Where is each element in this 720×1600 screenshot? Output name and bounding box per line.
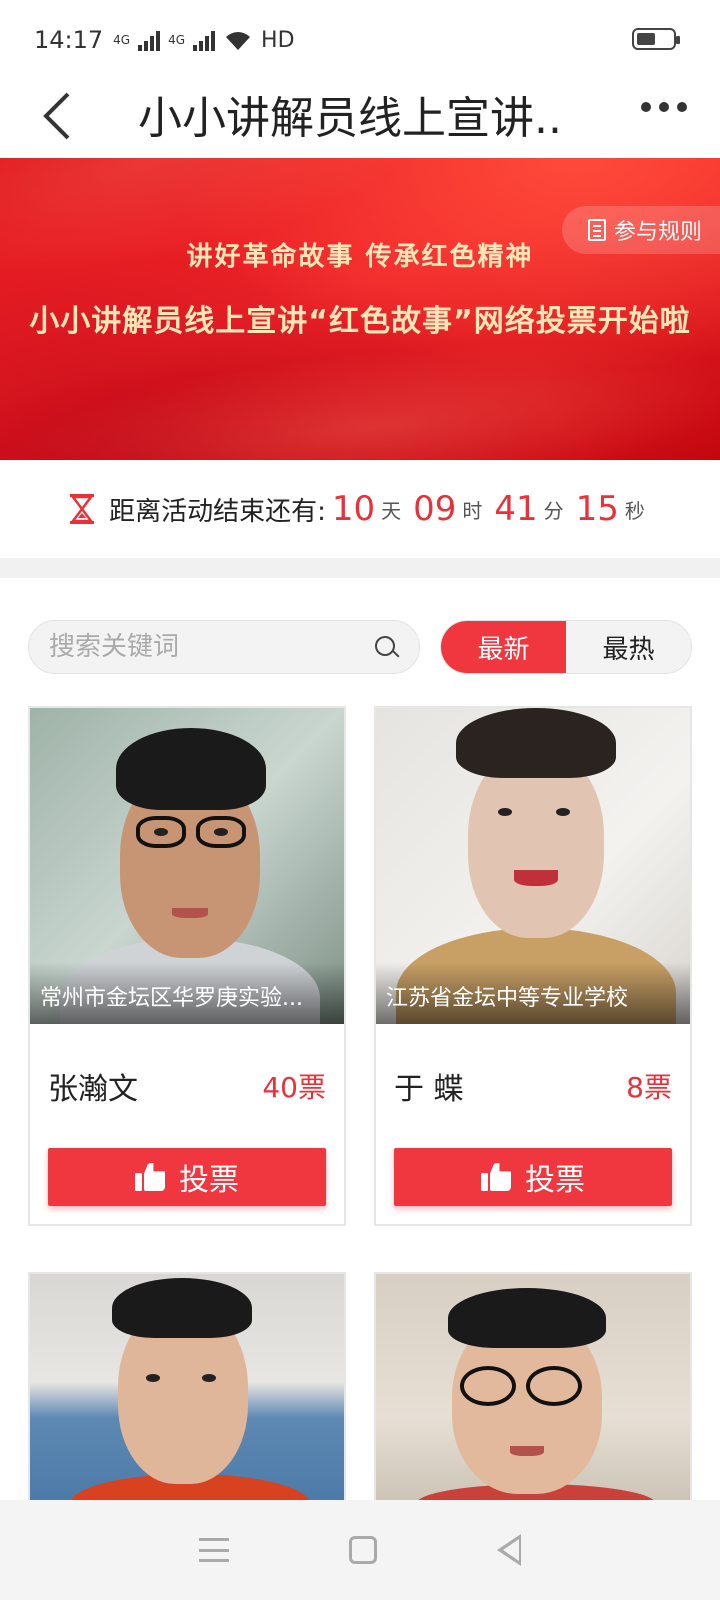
more-dots-icon[interactable] — [636, 92, 692, 122]
search-box[interactable] — [28, 620, 420, 674]
rules-label: 参与规则 — [613, 220, 702, 245]
candidate-card[interactable] — [28, 1272, 346, 1512]
hourglass-icon — [70, 494, 95, 524]
tab-latest[interactable]: 最新 — [441, 621, 566, 673]
menu-icon[interactable] — [199, 1538, 229, 1562]
countdown-minutes: 41 — [494, 489, 538, 529]
candidate-photo — [376, 1274, 690, 1512]
network-4g-label: 4G — [113, 33, 131, 47]
sort-toggle[interactable]: 最新 最热 — [440, 620, 692, 674]
countdown-days-unit: 天 — [381, 498, 402, 523]
candidate-votes: 40票 — [262, 1071, 326, 1104]
hd-label: HD — [261, 27, 295, 53]
countdown-minutes-unit: 分 — [543, 498, 564, 523]
candidate-photo — [30, 1274, 344, 1512]
home-icon[interactable] — [349, 1536, 377, 1564]
battery-icon — [632, 28, 680, 50]
vote-button[interactable]: 投票 — [394, 1148, 672, 1206]
countdown-hours-unit: 时 — [462, 498, 483, 523]
vote-button-label: 投票 — [525, 1163, 585, 1198]
countdown-seconds: 15 — [575, 489, 619, 529]
activity-banner: 讲好革命故事 传承红色精神 小小讲解员线上宣讲“红色故事”网络投票开始啦 参与规… — [0, 158, 720, 460]
section-divider — [0, 558, 720, 578]
wifi-icon — [226, 32, 251, 50]
countdown-seconds-unit: 秒 — [624, 498, 645, 523]
candidate-school: 常州市金坛区华罗庚实验... — [30, 962, 344, 1024]
countdown-label: 距离活动结束还有: — [109, 496, 326, 527]
countdown-days: 10 — [331, 489, 376, 529]
signal-icon — [138, 29, 161, 51]
countdown-hours: 09 — [413, 489, 457, 529]
candidate-card[interactable] — [374, 1272, 692, 1512]
banner-headline: 小小讲解员线上宣讲“红色故事”网络投票开始啦 — [29, 304, 691, 339]
thumbs-up-icon — [481, 1163, 511, 1191]
status-time: 14:17 — [34, 26, 104, 54]
chevron-left-icon[interactable] — [38, 88, 78, 144]
vote-button[interactable]: 投票 — [48, 1148, 326, 1206]
tab-hottest[interactable]: 最热 — [566, 621, 691, 673]
vote-button-label: 投票 — [179, 1163, 239, 1198]
candidate-name: 于 蝶 — [394, 1072, 464, 1107]
back-triangle-icon[interactable] — [497, 1534, 521, 1566]
candidate-school: 江苏省金坛中等专业学校 — [376, 962, 690, 1024]
search-icon[interactable] — [373, 634, 399, 660]
candidate-card[interactable]: 江苏省金坛中等专业学校 于 蝶 8票 投票 — [374, 706, 692, 1226]
candidate-card[interactable]: 常州市金坛区华罗庚实验... 张瀚文 40票 投票 — [28, 706, 346, 1226]
candidate-votes: 8票 — [626, 1071, 672, 1104]
network-4g-label-2: 4G — [168, 33, 186, 47]
thumbs-up-icon — [135, 1163, 165, 1191]
signal-icon-2 — [193, 29, 216, 51]
page-title: 小小讲解员线上宣讲.. — [138, 93, 562, 144]
search-input[interactable] — [49, 632, 373, 662]
candidate-name: 张瀚文 — [48, 1072, 138, 1107]
status-bar: 14:17 4G 4G HD — [0, 0, 720, 80]
rules-button[interactable]: 参与规则 — [561, 206, 720, 254]
system-navigation-bar — [0, 1500, 720, 1600]
countdown-timer: 距离活动结束还有: 10 天 09 时 41 分 15 秒 — [0, 460, 720, 558]
document-icon — [587, 219, 606, 241]
candidate-photo: 江苏省金坛中等专业学校 — [376, 708, 690, 1024]
candidate-photo: 常州市金坛区华罗庚实验... — [30, 708, 344, 1024]
